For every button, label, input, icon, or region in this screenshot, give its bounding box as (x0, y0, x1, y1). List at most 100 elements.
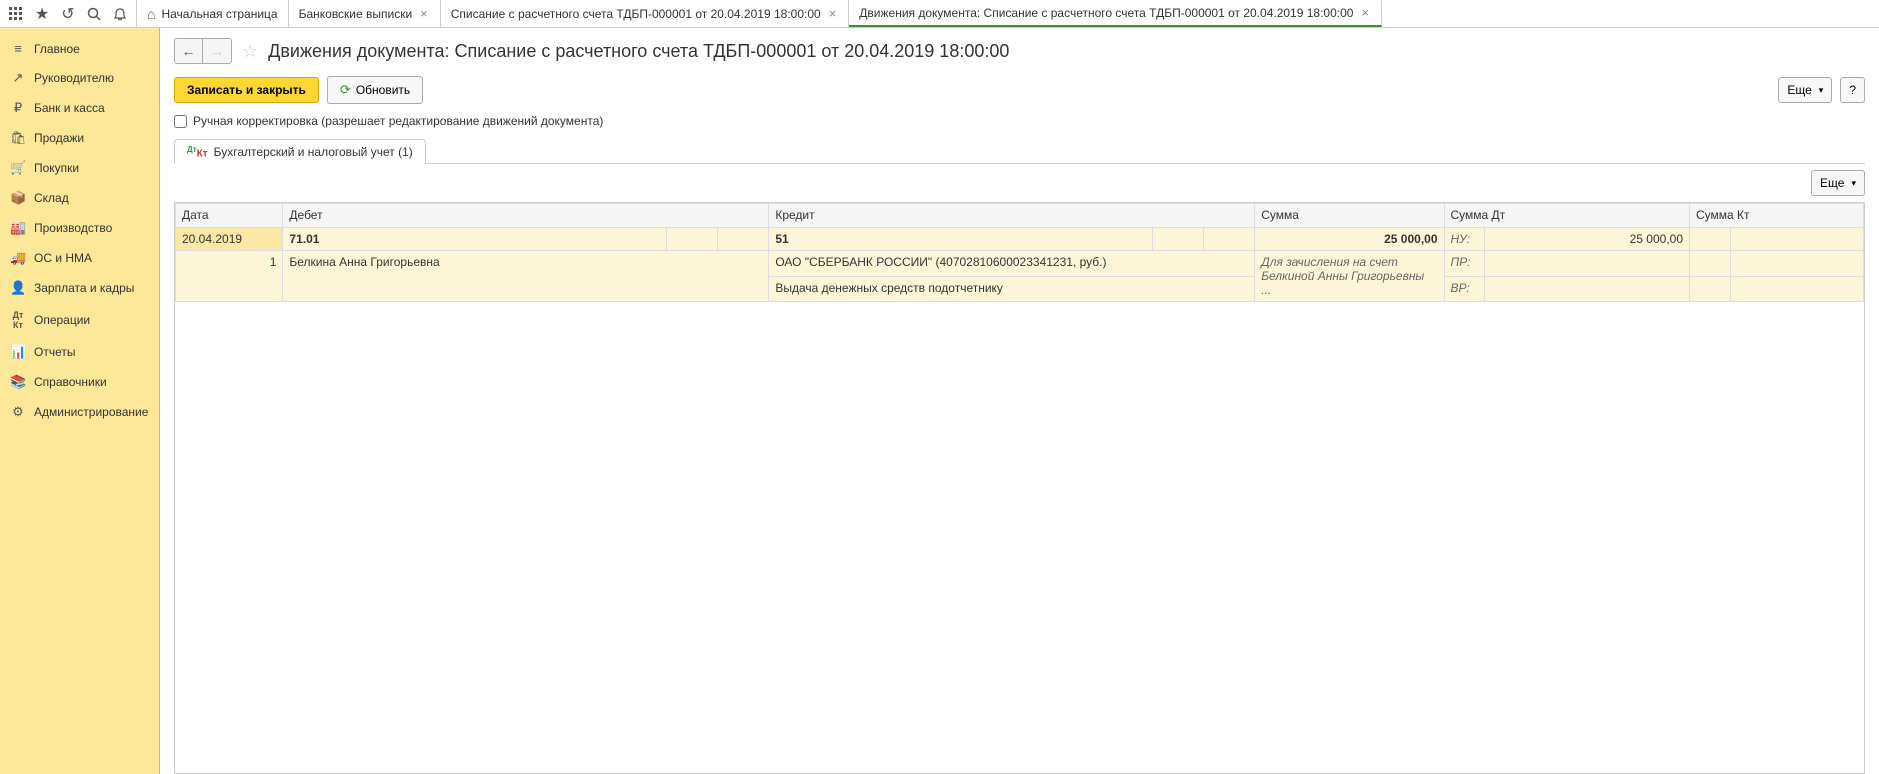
tab-home[interactable]: ⌂ Начальная страница (137, 0, 289, 27)
manual-correction-row: Ручная корректировка (разрешает редактир… (160, 114, 1879, 138)
cell-empty[interactable] (1690, 228, 1731, 251)
cell-credit-subconto[interactable]: ОАО "СБЕРБАНК РОССИИ" (40702810600023341… (769, 251, 1255, 277)
sidebar-item-sales[interactable]: 🛍 Продажи (0, 123, 159, 153)
cell-nu-dt[interactable]: 25 000,00 (1485, 228, 1690, 251)
factory-icon: 🏭 (10, 220, 26, 236)
tab-document-movements[interactable]: Движения документа: Списание с расчетног… (849, 0, 1382, 27)
sidebar-item-label: Главное (34, 42, 80, 56)
cell-empty[interactable] (1730, 228, 1863, 251)
sidebar-item-assets[interactable]: 🚚 ОС и НМА (0, 243, 159, 273)
panel-more-button[interactable]: Еще ▾ (1811, 170, 1865, 196)
sidebar-item-label: Продажи (34, 131, 84, 145)
tab-label: Списание с расчетного счета ТДБП-000001 … (451, 7, 821, 21)
apps-icon[interactable] (4, 2, 28, 26)
favorite-star-icon[interactable]: ☆ (242, 41, 258, 62)
sidebar-item-production[interactable]: 🏭 Производство (0, 213, 159, 243)
gear-icon: ⚙ (10, 404, 26, 420)
page-title: Движения документа: Списание с расчетног… (268, 41, 1009, 62)
result-tab-label: Бухгалтерский и налоговый учет (1) (214, 145, 413, 159)
col-sum-dt[interactable]: Сумма Дт (1444, 204, 1690, 228)
history-icon[interactable]: ↺ (56, 2, 80, 26)
sidebar-item-reports[interactable]: 📊 Отчеты (0, 337, 159, 367)
cell-sum-desc[interactable]: Для зачисления на счет Белкиной Анны Гри… (1255, 251, 1444, 302)
cell-empty[interactable] (667, 228, 718, 251)
cell-empty[interactable] (718, 228, 769, 251)
tab-writeoff-doc[interactable]: Списание с расчетного счета ТДБП-000001 … (441, 0, 850, 27)
col-date[interactable]: Дата (176, 204, 283, 228)
more-button[interactable]: Еще ▾ (1778, 77, 1832, 103)
refresh-button[interactable]: ⟳ Обновить (327, 76, 423, 104)
cell-pr-label: ПР: (1444, 251, 1485, 277)
chart-up-icon: ↗ (10, 70, 26, 86)
col-sum[interactable]: Сумма (1255, 204, 1444, 228)
sidebar-item-label: Производство (34, 221, 112, 235)
result-tab-bar: ДтКт Бухгалтерский и налоговый учет (1) (160, 138, 1879, 163)
more-label: Еще (1787, 83, 1811, 97)
col-credit[interactable]: Кредит (769, 204, 1255, 228)
manual-correction-label[interactable]: Ручная корректировка (разрешает редактир… (193, 114, 603, 128)
sidebar-item-admin[interactable]: ⚙ Администрирование (0, 397, 159, 427)
star-icon[interactable]: ★ (30, 2, 54, 26)
result-tab-accounting[interactable]: ДтКт Бухгалтерский и налоговый учет (1) (174, 139, 426, 164)
tab-label: Банковские выписки (299, 7, 413, 21)
sidebar-item-bank[interactable]: ₽ Банк и касса (0, 93, 159, 123)
cell-vr-label: ВР: (1444, 276, 1485, 302)
close-icon[interactable]: × (418, 6, 430, 21)
cell-sum[interactable]: 25 000,00 (1255, 228, 1444, 251)
search-icon[interactable] (82, 2, 106, 26)
result-panel: Еще ▾ Дата (174, 163, 1865, 774)
sidebar-item-warehouse[interactable]: 📦 Склад (0, 183, 159, 213)
cell-empty[interactable] (1690, 251, 1731, 277)
menu-icon: ≡ (10, 41, 26, 56)
sidebar-item-hr[interactable]: 👤 Зарплата и кадры (0, 273, 159, 303)
nav-buttons: ← → (174, 38, 232, 64)
table-row[interactable]: 1 Белкина Анна Григорьевна ОАО "СБЕРБАНК… (176, 251, 1864, 277)
refresh-icon: ⟳ (340, 82, 351, 98)
cell-empty[interactable] (1485, 251, 1690, 277)
bag-icon: 🛍 (10, 130, 26, 146)
sidebar-item-main[interactable]: ≡ Главное (0, 34, 159, 63)
tab-bank-statements[interactable]: Банковские выписки × (289, 0, 441, 27)
sidebar-item-label: Администрирование (34, 405, 148, 419)
sidebar-item-label: Зарплата и кадры (34, 281, 134, 295)
cell-empty[interactable] (1690, 276, 1731, 302)
col-sum-kt[interactable]: Сумма Кт (1690, 204, 1864, 228)
nav-back-button[interactable]: ← (175, 39, 203, 63)
content-header: ← → ☆ Движения документа: Списание с рас… (160, 28, 1879, 72)
content: ← → ☆ Движения документа: Списание с рас… (160, 28, 1879, 774)
help-button[interactable]: ? (1840, 77, 1865, 103)
operations-icon: ДтКт (10, 310, 26, 330)
top-toolbar: ★ ↺ ⌂ Начальная страница Банковские выпи… (0, 0, 1879, 28)
bell-icon[interactable] (108, 2, 132, 26)
sidebar-item-manager[interactable]: ↗ Руководителю (0, 63, 159, 93)
sidebar-item-catalogs[interactable]: 📚 Справочники (0, 367, 159, 397)
accounting-table[interactable]: Дата Дебет Кредит Сумма Сумма Дт Сумма К… (174, 202, 1865, 774)
table-row[interactable]: 20.04.2019 71.01 51 25 000,00 НУ: 25 000… (176, 228, 1864, 251)
sidebar-item-label: Операции (34, 313, 90, 327)
cell-date[interactable]: 20.04.2019 (176, 228, 283, 251)
cell-credit-subconto2[interactable]: Выдача денежных средств подотчетнику (769, 276, 1255, 302)
nav-forward-button[interactable]: → (203, 39, 231, 63)
manual-correction-checkbox[interactable] (174, 115, 187, 128)
cell-credit-account[interactable]: 51 (769, 228, 1153, 251)
sidebar-item-purchases[interactable]: 🛒 Покупки (0, 153, 159, 183)
close-icon[interactable]: × (1359, 5, 1371, 20)
col-debit[interactable]: Дебет (283, 204, 769, 228)
table-header-row: Дата Дебет Кредит Сумма Сумма Дт Сумма К… (176, 204, 1864, 228)
bar-chart-icon: 📊 (10, 344, 26, 360)
save-and-close-button[interactable]: Записать и закрыть (174, 77, 319, 103)
cell-empty[interactable] (1730, 251, 1863, 277)
sidebar-item-label: Руководителю (34, 71, 114, 85)
sidebar-item-operations[interactable]: ДтКт Операции (0, 303, 159, 337)
cart-icon: 🛒 (10, 160, 26, 176)
refresh-label: Обновить (356, 83, 410, 97)
cell-empty[interactable] (1152, 228, 1203, 251)
cell-empty[interactable] (1204, 228, 1255, 251)
sidebar-item-label: Отчеты (34, 345, 75, 359)
cell-debit-subconto[interactable]: Белкина Анна Григорьевна (283, 251, 769, 302)
cell-empty[interactable] (1730, 276, 1863, 302)
cell-debit-account[interactable]: 71.01 (283, 228, 667, 251)
cell-empty[interactable] (1485, 276, 1690, 302)
cell-row-number[interactable]: 1 (176, 251, 283, 302)
close-icon[interactable]: × (827, 6, 839, 21)
